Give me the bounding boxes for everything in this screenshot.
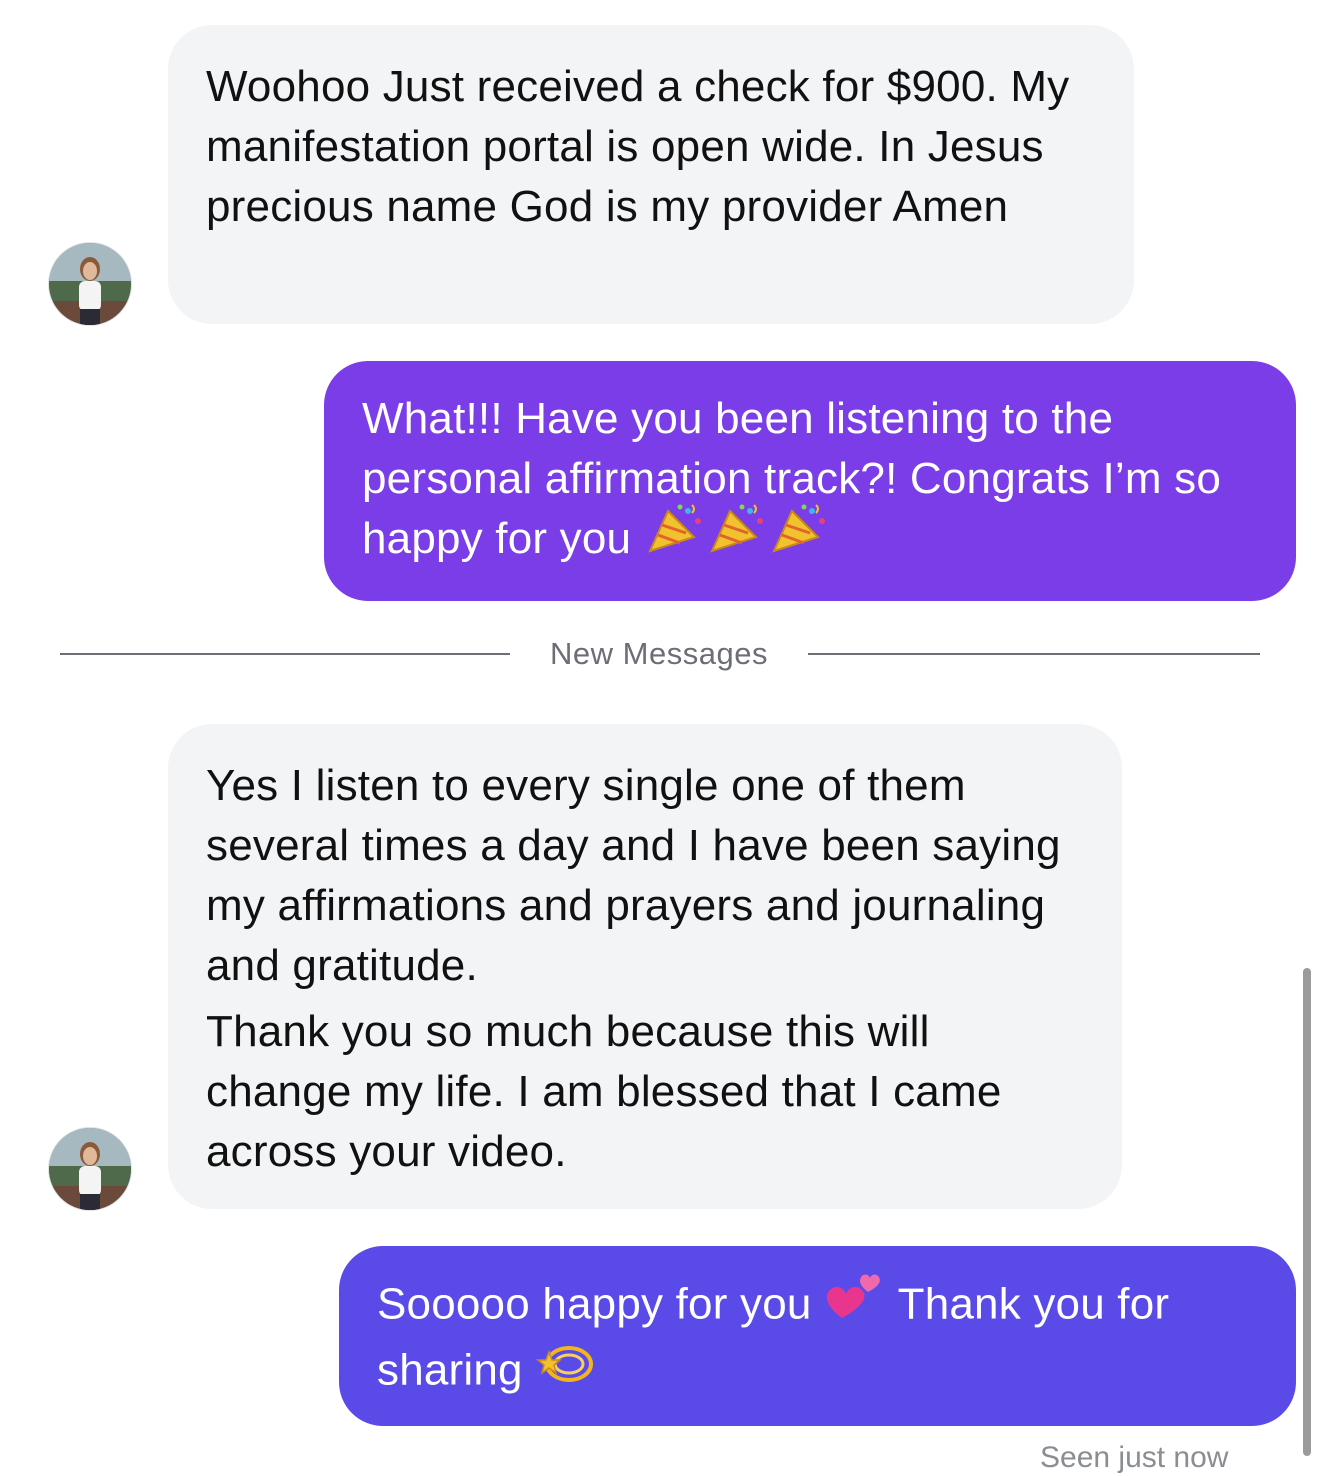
divider-line xyxy=(60,653,510,655)
message-bubble-incoming[interactable]: Yes I listen to every single one of them… xyxy=(168,724,1122,1209)
divider-line xyxy=(808,653,1260,655)
message-bubble-outgoing[interactable]: What!!! Have you been listening to the p… xyxy=(324,361,1296,601)
two-hearts-icon xyxy=(824,1266,886,1340)
profile-photo-icon xyxy=(49,243,131,325)
message-text: Sooooo happy for you xyxy=(377,1279,812,1329)
divider-label: New Messages xyxy=(550,636,768,671)
seen-status: Seen just now xyxy=(1040,1441,1229,1474)
dizzy-star-icon xyxy=(535,1332,597,1406)
message-bubble-incoming[interactable]: Woohoo Just received a check for $900. M… xyxy=(168,25,1134,324)
message-text: Woohoo Just received a check for $900. M… xyxy=(206,62,1070,231)
message-text: Thank you so much because this will chan… xyxy=(206,1007,1002,1176)
party-popper-icon xyxy=(644,501,706,573)
message-text: Yes I listen to every single one of them… xyxy=(206,761,1061,990)
contact-avatar[interactable] xyxy=(48,1127,132,1211)
party-popper-icon xyxy=(706,501,768,573)
scrollbar[interactable] xyxy=(1303,968,1311,1456)
profile-photo-icon xyxy=(49,1128,131,1210)
party-popper-icon xyxy=(768,501,830,573)
message-bubble-outgoing[interactable]: Sooooo happy for you Thank you for shari… xyxy=(339,1246,1296,1426)
new-messages-divider: New Messages xyxy=(60,630,1260,678)
contact-avatar[interactable] xyxy=(48,242,132,326)
